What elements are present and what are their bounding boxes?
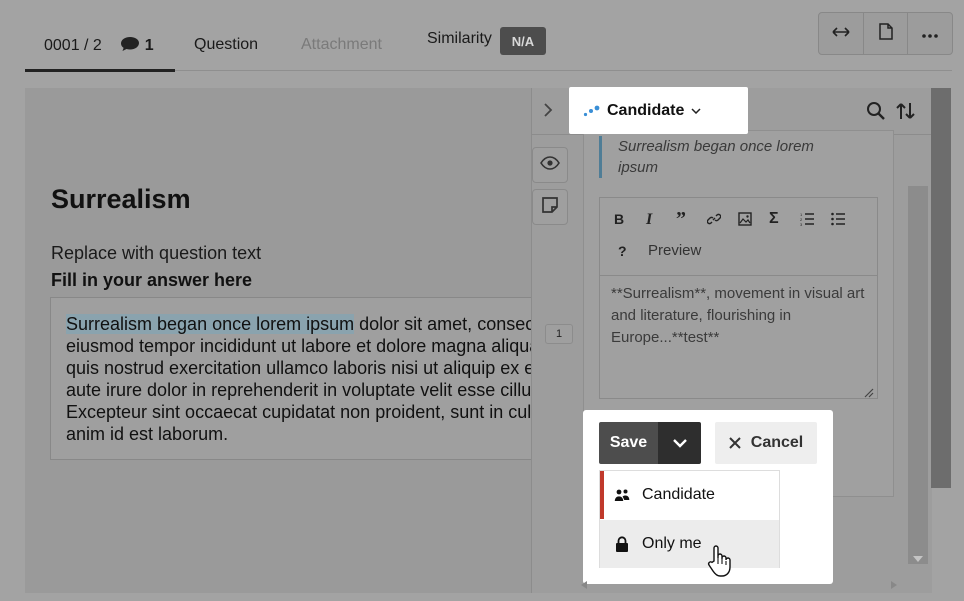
page-scrollbar[interactable] — [931, 88, 951, 488]
tab-similarity[interactable]: Similarity — [427, 30, 492, 48]
answer-line: Excepteur sint occaecat cupidatat non pr… — [66, 402, 545, 422]
resize-handle-icon[interactable] — [862, 385, 874, 403]
comment-input[interactable]: **Surrealism**, movement in visual art a… — [611, 283, 871, 349]
document-button[interactable] — [864, 13, 909, 54]
option-only-me[interactable]: Only me — [600, 520, 779, 568]
similarity-badge: N/A — [500, 27, 546, 55]
link-icon[interactable] — [706, 212, 722, 231]
more-icon — [922, 25, 938, 43]
quoted-text: Surrealism began once lorem ipsum — [618, 138, 814, 176]
cancel-label: Cancel — [750, 434, 804, 451]
tab-question[interactable]: Question — [194, 36, 258, 54]
formula-icon[interactable]: Σ — [769, 210, 779, 228]
eye-icon — [540, 155, 560, 175]
hand-cursor-icon — [706, 544, 732, 583]
answer-line: eiusmod tempor incididunt ut labore et d… — [66, 336, 545, 356]
bullet-list-icon[interactable] — [831, 212, 845, 231]
sticky-note-icon — [541, 196, 559, 219]
svg-text:3: 3 — [800, 222, 803, 226]
document-icon — [878, 22, 893, 45]
scroll-right-icon[interactable] — [890, 577, 898, 595]
people-icon — [614, 487, 630, 503]
answer-line: quis nostrud exercitation ullamco labori… — [66, 358, 545, 378]
more-button[interactable] — [908, 13, 952, 54]
line-marker[interactable]: 1 — [545, 324, 573, 344]
view-toolbar — [818, 12, 953, 55]
question-title: Surrealism — [51, 184, 191, 214]
save-button[interactable]: Save — [599, 422, 658, 464]
sort-icon[interactable] — [895, 101, 917, 126]
answer-field[interactable]: Surrealism began once lorem ipsum dolor … — [50, 297, 545, 460]
note-button[interactable] — [532, 189, 568, 225]
answer-line: anim id est laborum. — [66, 424, 229, 444]
help-icon[interactable]: ? — [618, 243, 627, 259]
answer-line-1-rest: dolor sit amet, consectetur adipiscing e… — [359, 314, 545, 334]
collapse-panel-chevron-icon[interactable] — [543, 102, 553, 123]
lock-icon — [614, 536, 630, 552]
ordered-list-icon[interactable]: 123 — [800, 212, 814, 231]
chevron-down-icon — [672, 438, 688, 448]
editor-toolbar-divider — [599, 275, 878, 276]
option-candidate[interactable]: Candidate — [600, 471, 779, 519]
italic-icon[interactable]: I — [646, 211, 652, 229]
tab-counter[interactable]: 0001 / 2 1 — [44, 36, 154, 57]
option-candidate-label: Candidate — [642, 486, 715, 503]
panel-scrollbar[interactable] — [908, 186, 928, 564]
fill-answer-label: Fill in your answer here — [51, 270, 253, 290]
counter-label: 0001 / 2 — [44, 37, 102, 54]
chevron-down-icon — [691, 107, 701, 114]
bold-icon[interactable]: B — [614, 211, 624, 227]
audience-selector[interactable]: Candidate — [569, 87, 748, 134]
preview-tab[interactable]: Preview — [648, 242, 701, 259]
view-button[interactable] — [532, 147, 568, 183]
quote-bar — [599, 136, 602, 178]
cancel-button[interactable]: Cancel — [715, 422, 817, 464]
save-options-dropdown: Candidate Only me — [599, 470, 780, 568]
save-options-button[interactable] — [658, 422, 701, 464]
image-icon[interactable] — [738, 212, 752, 231]
highlighted-text[interactable]: Surrealism began once lorem ipsum — [66, 314, 355, 334]
close-icon — [729, 437, 741, 449]
audience-label: Candidate — [607, 101, 685, 119]
swap-horizontal-button[interactable] — [819, 13, 864, 54]
search-icon[interactable] — [866, 101, 886, 126]
swap-horizontal-icon — [832, 25, 850, 43]
question-text: Replace with question text — [51, 243, 262, 263]
quote-icon[interactable]: ” — [676, 208, 686, 231]
scroll-down-icon[interactable] — [912, 550, 924, 568]
tab-attachment[interactable]: Attachment — [301, 36, 382, 54]
active-tab-indicator — [25, 69, 175, 72]
comment-icon — [120, 36, 140, 57]
option-only-me-label: Only me — [642, 535, 702, 552]
scroll-left-icon[interactable] — [580, 577, 588, 595]
candidate-dots-icon — [583, 105, 601, 117]
answer-line: aute irure dolor in reprehenderit in vol… — [66, 380, 545, 400]
comment-count: 1 — [144, 37, 154, 54]
answer-text[interactable]: Surrealism began once lorem ipsum dolor … — [66, 313, 545, 445]
